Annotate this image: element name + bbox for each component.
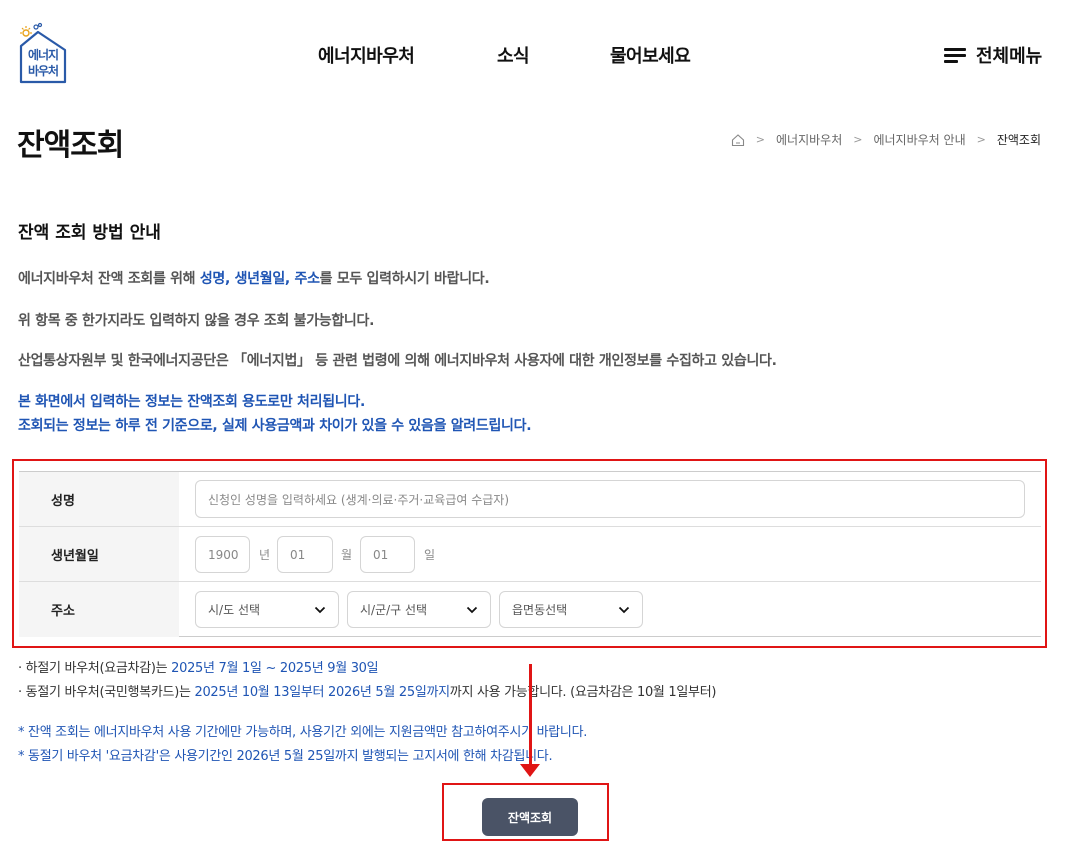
bill-deduction-note: * 동절기 바우처 '요금차감'은 사용기간인 2026년 5월 25일까지 발… [18, 749, 553, 764]
birth-label: 생년월일 [19, 527, 179, 581]
chevron-down-icon [618, 606, 630, 614]
form-row-address: 주소 시/도 선택 시/군/구 선택 읍면동선택 [19, 582, 1041, 637]
required-fields-highlight: 성명, 생년월일, 주소 [199, 271, 320, 287]
winter-voucher-note: · 동절기 바우처(국민행복카드)는 2025년 10월 13일부터 2026년… [18, 685, 717, 700]
guide-title: 잔액 조회 방법 안내 [18, 223, 161, 243]
usage-period-note: * 잔액 조회는 에너지바우처 사용 기간에만 가능하며, 사용기간 외에는 지… [18, 725, 588, 740]
chevron-down-icon [314, 606, 326, 614]
sido-select[interactable]: 시/도 선택 [195, 591, 339, 628]
chevron-down-icon [466, 606, 478, 614]
guide-text-1: 에너지바우처 잔액 조회를 위해 성명, 생년월일, 주소를 모두 입력하시기 … [18, 271, 490, 287]
month-unit: 월 [341, 548, 353, 562]
annotation-arrow-line [529, 664, 532, 766]
chevron-right-icon: > [755, 133, 765, 146]
address-label: 주소 [19, 582, 179, 637]
chevron-right-icon: > [976, 133, 986, 146]
name-input[interactable]: 신청인 성명을 입력하세요 (생계·의료·주거·교육급여 수급자) [195, 480, 1025, 518]
annotation-arrow-head [520, 764, 540, 777]
birth-month-input[interactable]: 01 [277, 536, 333, 573]
guide-text-3: 산업통상자원부 및 한국에너지공단은 「에너지법」 등 관련 법령에 의해 에너… [18, 353, 777, 369]
privacy-notice-1: 본 화면에서 입력하는 정보는 잔액조회 용도로만 처리됩니다. [18, 394, 365, 410]
chevron-right-icon: > [853, 133, 863, 146]
breadcrumb-item[interactable]: 에너지바우처 안내 [873, 131, 965, 148]
eupmyeondong-select[interactable]: 읍면동선택 [499, 591, 643, 628]
form-row-birth: 생년월일 1900 년 01 월 01 일 [19, 527, 1041, 582]
nav-energy-voucher[interactable]: 에너지바우처 [318, 42, 415, 68]
all-menu-label: 전체메뉴 [976, 46, 1043, 67]
home-icon[interactable] [731, 133, 745, 147]
form-row-name: 성명 신청인 성명을 입력하세요 (생계·의료·주거·교육급여 수급자) [19, 472, 1041, 527]
breadcrumb: > 에너지바우처 > 에너지바우처 안내 > 잔액조회 [731, 131, 1041, 148]
year-unit: 년 [259, 548, 271, 562]
header: 에너지 바우처 에너지바우처 소식 물어보세요 전체메뉴 [0, 0, 1081, 100]
nav-news[interactable]: 소식 [497, 42, 530, 68]
nav-faq[interactable]: 물어보세요 [610, 42, 691, 68]
balance-inquiry-button[interactable]: 잔액조회 [482, 798, 578, 836]
summer-voucher-note: · 하절기 바우처(요금차감)는 2025년 7월 1일 ~ 2025년 9월 … [18, 661, 379, 676]
name-label: 성명 [19, 472, 179, 526]
all-menu-button[interactable]: 전체메뉴 [944, 42, 1042, 68]
logo-text: 에너지 바우처 [27, 48, 59, 78]
birth-year-input[interactable]: 1900 [195, 536, 250, 573]
day-unit: 일 [424, 548, 436, 562]
balance-inquiry-form: 성명 신청인 성명을 입력하세요 (생계·의료·주거·교육급여 수급자) 생년월… [19, 471, 1041, 637]
hamburger-icon [944, 47, 968, 63]
privacy-notice-2: 조회되는 정보는 하루 전 기준으로, 실제 사용금액과 차이가 있을 수 있음… [18, 418, 532, 434]
birth-day-input[interactable]: 01 [360, 536, 415, 573]
breadcrumb-item[interactable]: 에너지바우처 [776, 131, 842, 148]
page-title: 잔액조회 [17, 128, 124, 163]
guide-text-2: 위 항목 중 한가지라도 입력하지 않을 경우 조회 불가능합니다. [18, 313, 375, 329]
breadcrumb-current: 잔액조회 [996, 133, 1041, 147]
sigungu-select[interactable]: 시/군/구 선택 [347, 591, 491, 628]
energy-voucher-logo[interactable]: 에너지 바우처 [16, 22, 70, 88]
